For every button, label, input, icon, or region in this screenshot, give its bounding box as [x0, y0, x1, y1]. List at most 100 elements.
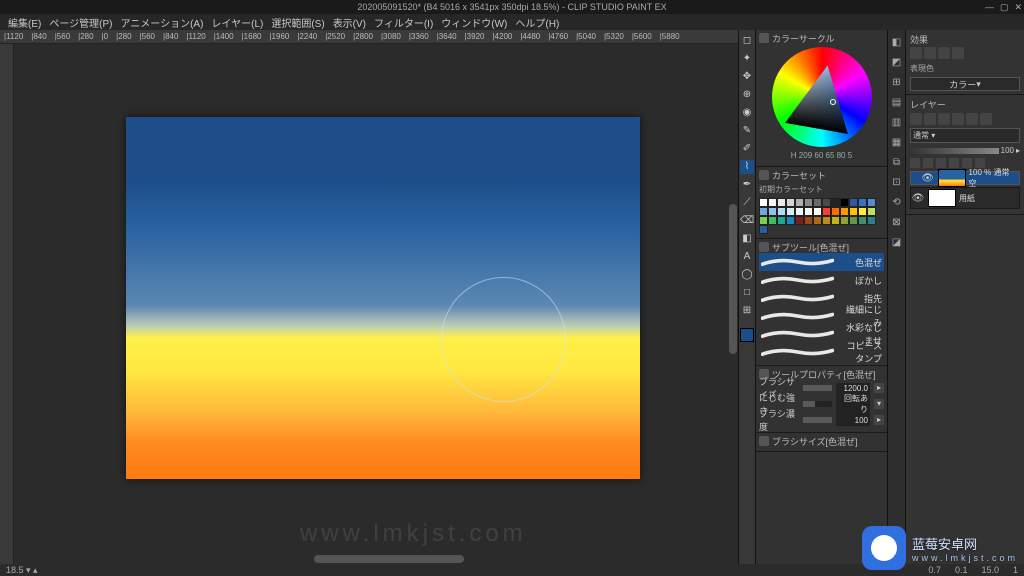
- menu-item[interactable]: ウィンドウ(W): [439, 15, 509, 30]
- panel-tab-icon[interactable]: ▦: [890, 136, 904, 150]
- palette-swatch[interactable]: [804, 198, 813, 207]
- palette-swatch[interactable]: [858, 216, 867, 225]
- panel-tab-icon[interactable]: ◧: [890, 36, 904, 50]
- palette-swatch[interactable]: [759, 216, 768, 225]
- layer-button[interactable]: [980, 113, 992, 125]
- fx-toggle-icon[interactable]: [924, 47, 936, 59]
- palette-swatch[interactable]: [840, 216, 849, 225]
- tool-button[interactable]: ◯: [740, 268, 754, 282]
- palette-swatch[interactable]: [786, 216, 795, 225]
- menu-item[interactable]: 選択範囲(S): [269, 15, 326, 30]
- palette-swatch[interactable]: [786, 207, 795, 216]
- palette-swatch[interactable]: [822, 198, 831, 207]
- layer-button[interactable]: [966, 113, 978, 125]
- zoom-display[interactable]: 18.5 ▾ ▴: [6, 565, 38, 576]
- opacity-arrow-icon[interactable]: ▸: [1016, 146, 1020, 155]
- subtool-row[interactable]: コピースタンプ: [759, 343, 884, 361]
- palette-swatch[interactable]: [867, 207, 876, 216]
- layer-flag-icon[interactable]: [936, 158, 946, 168]
- layer-flag-icon[interactable]: [949, 158, 959, 168]
- palette-swatch[interactable]: [822, 216, 831, 225]
- panel-tab-icon[interactable]: ⊡: [890, 176, 904, 190]
- visibility-icon[interactable]: 👁: [911, 193, 925, 204]
- tool-button[interactable]: ✎: [740, 124, 754, 138]
- fx-toggle-icon[interactable]: [910, 47, 922, 59]
- scrollbar-vertical[interactable]: [728, 44, 738, 554]
- property-arrow-icon[interactable]: ▸: [874, 383, 884, 393]
- palette-swatch[interactable]: [840, 207, 849, 216]
- palette-swatch[interactable]: [849, 198, 858, 207]
- menu-item[interactable]: レイヤー(L): [209, 15, 265, 30]
- panel-tab-icon[interactable]: ◪: [890, 236, 904, 250]
- layer-button[interactable]: [952, 113, 964, 125]
- palette-swatch[interactable]: [858, 198, 867, 207]
- tool-button[interactable]: ⊕: [740, 88, 754, 102]
- palette-swatch[interactable]: [768, 216, 777, 225]
- minimize-button[interactable]: —: [985, 2, 994, 13]
- tool-button[interactable]: ⌫: [740, 214, 754, 228]
- fx-color-mode-select[interactable]: カラー ▾: [910, 77, 1020, 91]
- tool-button[interactable]: A: [740, 250, 754, 264]
- palette-swatch[interactable]: [813, 198, 822, 207]
- panel-tab-icon[interactable]: ⧉: [890, 156, 904, 170]
- tool-button[interactable]: ⊞: [740, 304, 754, 318]
- palette-swatch[interactable]: [867, 198, 876, 207]
- property-arrow-icon[interactable]: ▾: [874, 399, 884, 409]
- layer-flag-icon[interactable]: [923, 158, 933, 168]
- layer-flag-icon[interactable]: [910, 158, 920, 168]
- palette-swatch[interactable]: [831, 216, 840, 225]
- panel-tab-icon[interactable]: ⊞: [890, 76, 904, 90]
- palette-swatch[interactable]: [831, 198, 840, 207]
- palette-swatch[interactable]: [777, 207, 786, 216]
- palette-swatch[interactable]: [759, 198, 768, 207]
- tool-button[interactable]: ⌇: [740, 160, 754, 174]
- palette-swatch[interactable]: [795, 216, 804, 225]
- menu-item[interactable]: フィルター(I): [372, 15, 435, 30]
- palette-swatch[interactable]: [759, 207, 768, 216]
- tool-button[interactable]: □: [740, 286, 754, 300]
- palette-swatch[interactable]: [768, 198, 777, 207]
- palette-swatch[interactable]: [831, 207, 840, 216]
- color-triangle[interactable]: [784, 60, 858, 134]
- palette-swatch[interactable]: [867, 216, 876, 225]
- new-folder-button[interactable]: [924, 113, 936, 125]
- tool-button[interactable]: ⟋: [740, 196, 754, 210]
- property-value[interactable]: 回転あり: [836, 392, 870, 416]
- menu-item[interactable]: 編集(E): [6, 15, 43, 30]
- panel-tab-icon[interactable]: ▤: [890, 96, 904, 110]
- foreground-color-swatch[interactable]: [740, 328, 754, 342]
- fx-toggle-icon[interactable]: [952, 47, 964, 59]
- layer-row[interactable]: 👁用紙: [910, 187, 1020, 209]
- tool-button[interactable]: ◻: [740, 34, 754, 48]
- palette-swatch[interactable]: [777, 216, 786, 225]
- palette-swatch[interactable]: [849, 216, 858, 225]
- menu-item[interactable]: アニメーション(A): [118, 15, 205, 30]
- tool-button[interactable]: ◧: [740, 232, 754, 246]
- palette-swatch[interactable]: [768, 207, 777, 216]
- panel-tab-icon[interactable]: ◩: [890, 56, 904, 70]
- subtool-row[interactable]: ぼかし: [759, 271, 884, 289]
- opacity-slider[interactable]: [910, 148, 999, 154]
- palette-swatch[interactable]: [804, 207, 813, 216]
- palette-swatch[interactable]: [795, 198, 804, 207]
- palette-swatch[interactable]: [795, 207, 804, 216]
- panel-tab-icon[interactable]: ⟲: [890, 196, 904, 210]
- color-wheel[interactable]: [772, 47, 872, 147]
- palette-swatch[interactable]: [777, 198, 786, 207]
- menu-item[interactable]: ヘルプ(H): [513, 15, 561, 30]
- scrollbar-horizontal[interactable]: [14, 554, 738, 564]
- menu-item[interactable]: 表示(V): [331, 15, 368, 30]
- palette-swatch[interactable]: [813, 216, 822, 225]
- property-arrow-icon[interactable]: ▸: [874, 415, 884, 425]
- tool-button[interactable]: ✐: [740, 142, 754, 156]
- property-slider[interactable]: [803, 401, 832, 407]
- fx-toggle-icon[interactable]: [938, 47, 950, 59]
- subtool-row[interactable]: 色混ぜ: [759, 253, 884, 271]
- tool-button[interactable]: ✦: [740, 52, 754, 66]
- panel-tab-icon[interactable]: ⊠: [890, 216, 904, 230]
- layer-row[interactable]: 👁100 % 通常空: [910, 171, 1020, 185]
- tool-button[interactable]: ✒: [740, 178, 754, 192]
- visibility-icon[interactable]: 👁: [921, 173, 935, 184]
- property-value[interactable]: 100: [836, 415, 870, 426]
- palette-swatch[interactable]: [786, 198, 795, 207]
